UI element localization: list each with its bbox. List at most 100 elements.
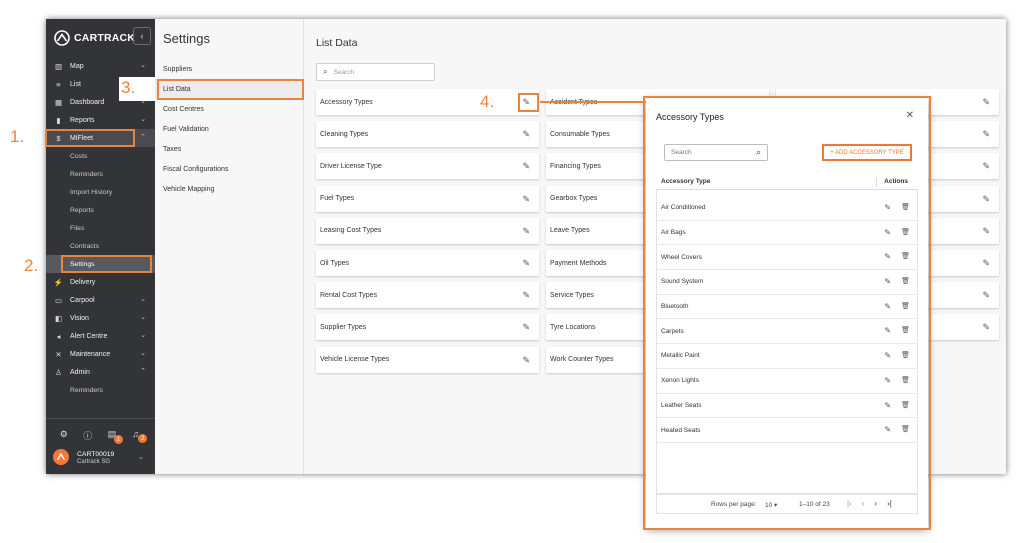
sidebar-item-label: Delivery: [70, 278, 96, 286]
collapse-sidebar-button[interactable]: ‹: [133, 27, 151, 45]
alert-badge: 2: [138, 434, 148, 443]
chevron-icon: ⌄: [140, 350, 146, 357]
list-card-label: Gearbox Types: [550, 195, 598, 203]
alert-icon: ◂: [56, 331, 61, 341]
annotation-connector: [540, 101, 646, 103]
list-card-label: Cleaning Types: [320, 130, 369, 138]
edit-pencil-icon[interactable]: ✎: [982, 129, 990, 140]
settings-item-vehicle-mapping[interactable]: Vehicle Mapping: [155, 179, 304, 199]
list-card-oil-types[interactable]: Oil Types ✎: [316, 250, 539, 276]
sidebar-subitem-costs[interactable]: Costs: [46, 147, 155, 165]
edit-pencil-icon[interactable]: ✎: [522, 290, 530, 301]
edit-pencil-icon[interactable]: ✎: [982, 97, 990, 108]
sidebar-subitem-admin-reminders[interactable]: Reminders: [46, 381, 155, 399]
notification-badge: 1: [113, 435, 123, 444]
help-icon[interactable]: ⓘ: [83, 429, 92, 449]
sidebar-item-label: List: [70, 80, 81, 88]
list-card-leasing-cost-types[interactable]: Leasing Cost Types ✎: [316, 217, 539, 244]
edit-pencil-icon[interactable]: ✎: [522, 226, 530, 237]
chevron-icon: ⌄: [140, 314, 146, 321]
sidebar-item-vision[interactable]: ◧ Vision ⌄: [46, 309, 155, 327]
highlight-list-data: [157, 79, 304, 100]
chevron-icon: ⌄: [140, 116, 146, 123]
list-card-label: Service Types: [550, 291, 594, 299]
list-card-label: Work Counter Types: [550, 356, 614, 364]
wrench-icon: ✕: [55, 349, 62, 359]
list-card-supplier-types[interactable]: Supplier Types ✎: [316, 314, 539, 341]
chevron-icon: ⌄: [140, 332, 146, 339]
edit-pencil-icon[interactable]: ✎: [982, 226, 990, 237]
settings-item-taxes[interactable]: Taxes: [155, 139, 304, 159]
cartrack-logo-icon: [54, 30, 70, 46]
edit-pencil-icon[interactable]: ✎: [982, 290, 990, 301]
sidebar-item-label: Map: [70, 62, 84, 70]
vehicle-notifications-icon[interactable]: ▤ 1: [108, 429, 123, 449]
settings-item-fuel-validation[interactable]: Fuel Validation: [155, 119, 304, 139]
user-menu[interactable]: CART00019 Cartrack SG: [53, 449, 114, 465]
user-org: Cartrack SG: [77, 458, 111, 465]
list-icon: ≡: [56, 79, 61, 89]
edit-pencil-icon[interactable]: ✎: [982, 258, 990, 269]
settings-gear-icon[interactable]: ⚙: [60, 429, 68, 449]
edit-pencil-icon[interactable]: ✎: [982, 161, 990, 172]
edit-pencil-icon[interactable]: ✎: [982, 194, 990, 205]
reports-icon: ▮: [56, 115, 61, 125]
list-card-driver-license-type[interactable]: Driver License Type ✎: [316, 153, 539, 180]
sidebar-subitem-reports[interactable]: Reports: [46, 201, 155, 219]
search-input[interactable]: ⌕ Search: [316, 63, 435, 81]
chevron-icon: ⌃: [140, 134, 146, 141]
edit-pencil-icon[interactable]: ✎: [522, 129, 530, 140]
chevron-left-icon: ‹: [140, 31, 144, 41]
sidebar-item-admin[interactable]: ♙ Admin ⌃: [46, 363, 155, 381]
sidebar-subitem-import-history[interactable]: Import History: [46, 183, 155, 201]
sidebar-item-delivery[interactable]: ⚡ Delivery: [46, 273, 155, 291]
chevron-down-icon[interactable]: ⌄: [138, 453, 144, 461]
list-card-accessory-types[interactable]: Accessory Types ✎: [316, 89, 539, 115]
map-icon: ▥: [54, 61, 63, 71]
highlight-settings: [61, 255, 152, 273]
step-2-label: 2.: [24, 256, 39, 275]
list-card-label: Fuel Types: [320, 195, 355, 203]
settings-item-fiscal-configurations[interactable]: Fiscal Configurations: [155, 159, 304, 179]
list-card-rental-cost-types[interactable]: Rental Cost Types ✎: [316, 282, 539, 309]
highlight-edit-accessory-types: [518, 93, 539, 112]
chevron-icon: ⌄: [140, 296, 146, 303]
edit-pencil-icon[interactable]: ✎: [522, 355, 530, 366]
step-4-label: 4.: [480, 92, 495, 111]
sidebar-item-carpool[interactable]: ▭ Carpool ⌄: [46, 291, 155, 309]
sidebar-item-alert-centre[interactable]: ◂ Alert Centre ⌄: [46, 327, 155, 345]
bell-icon[interactable]: ♫ 2: [132, 429, 148, 449]
edit-pencil-icon[interactable]: ✎: [522, 161, 530, 172]
edit-pencil-icon[interactable]: ✎: [982, 322, 990, 333]
delivery-icon: ⚡: [53, 277, 64, 287]
sidebar-item-maintenance[interactable]: ✕ Maintenance ⌄: [46, 345, 155, 363]
sidebar-subitem-files[interactable]: Files: [46, 219, 155, 237]
sidebar-item-reports[interactable]: ▮ Reports ⌄: [46, 111, 155, 129]
sidebar-item-label: Reports: [70, 116, 95, 124]
list-card-fuel-types[interactable]: Fuel Types ✎: [316, 185, 539, 212]
sidebar-subitem-reminders[interactable]: Reminders: [46, 165, 155, 183]
settings-item-cost-centres[interactable]: Cost Centres: [155, 99, 304, 119]
list-card-label: Accessory Types: [320, 98, 373, 106]
chevron-icon: ⌄: [140, 62, 146, 69]
sidebar-subitem-contracts[interactable]: Contracts: [46, 237, 155, 255]
edit-pencil-icon[interactable]: ✎: [522, 322, 530, 333]
settings-item-suppliers[interactable]: Suppliers: [155, 59, 304, 79]
carpool-icon: ▭: [54, 295, 63, 305]
list-card-label: Payment Methods: [550, 259, 607, 267]
sidebar-item-label: Maintenance: [70, 350, 111, 358]
sidebar-item-label: Carpool: [70, 296, 95, 304]
list-card-vehicle-license-types[interactable]: Vehicle License Types ✎: [316, 346, 539, 373]
brand-name: CARTRACK: [74, 32, 136, 44]
sidebar-item-label: Dashboard: [70, 98, 105, 106]
sidebar-item-label: Admin: [70, 368, 90, 376]
edit-pencil-icon[interactable]: ✎: [522, 258, 530, 269]
admin-icon: ♙: [55, 367, 62, 377]
step-3-label: 3.: [121, 78, 136, 97]
edit-pencil-icon[interactable]: ✎: [522, 194, 530, 205]
list-card-label: Leave Types: [550, 227, 590, 235]
list-card-label: Driver License Type: [320, 162, 382, 170]
sidebar-item-map[interactable]: ▥ Map ⌄: [46, 57, 155, 75]
list-card-cleaning-types[interactable]: Cleaning Types ✎: [316, 121, 539, 148]
sidebar-nav: ▥ Map ⌄ ≡ List ▦ Dashboard ⌄ ▮ Reports ⌄ $ MiFleet ⌃ C…: [46, 57, 155, 399]
